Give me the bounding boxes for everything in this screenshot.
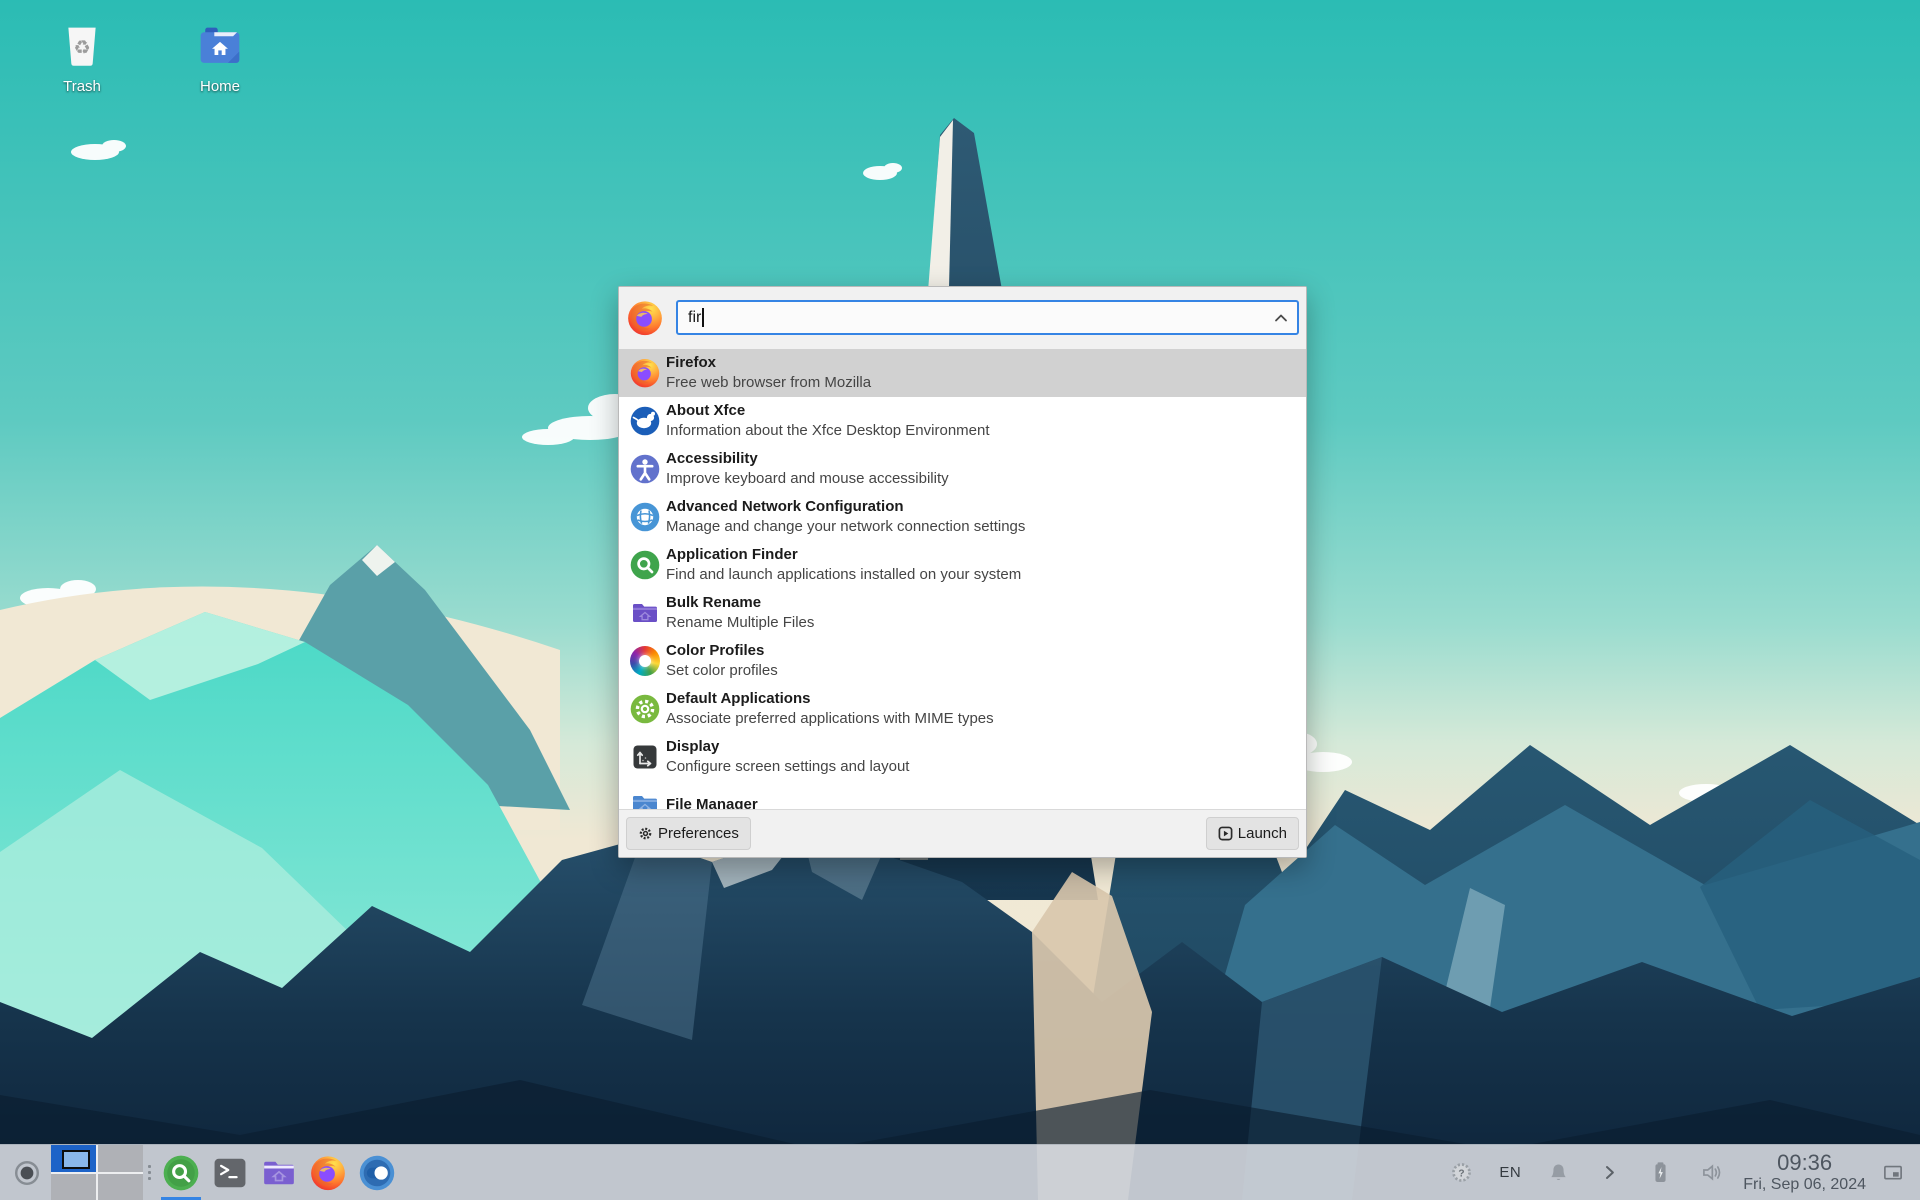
app-description: Find and launch applications installed o… xyxy=(666,565,1022,583)
panel-grip[interactable] xyxy=(148,1165,151,1180)
launcher-app-finder-circle[interactable] xyxy=(158,1145,204,1200)
result-row-color-profiles[interactable]: Color Profiles Set color profiles xyxy=(619,637,1306,685)
network-icon xyxy=(629,501,661,533)
finder-header: fir xyxy=(619,287,1306,349)
firefox-icon xyxy=(626,299,664,337)
app-description: Free web browser from Mozilla xyxy=(666,373,872,391)
taskbar-launchers xyxy=(155,1145,400,1200)
result-row-advanced-network-configuration[interactable]: Advanced Network Configuration Manage an… xyxy=(619,493,1306,541)
about-xfce-icon xyxy=(629,405,661,437)
results-list: Firefox Free web browser from Mozilla Ab… xyxy=(619,348,1306,810)
app-description: Rename Multiple Files xyxy=(666,613,815,631)
bell-icon[interactable] xyxy=(1545,1159,1572,1186)
accessibility-icon xyxy=(629,453,661,485)
workspace-4[interactable] xyxy=(98,1173,143,1200)
app-title: Bulk Rename xyxy=(666,593,762,611)
default-apps-icon xyxy=(629,693,661,725)
app-title: Advanced Network Configuration xyxy=(666,497,904,515)
launcher-terminal[interactable] xyxy=(207,1145,253,1200)
workspace-window-preview xyxy=(62,1150,90,1169)
preferences-label: Preferences xyxy=(658,825,739,843)
desktop-icon-trash[interactable]: ♻ Trash xyxy=(34,22,130,95)
app-title: File Manager xyxy=(666,795,758,810)
search-input[interactable]: fir xyxy=(676,300,1299,336)
volume-icon[interactable] xyxy=(1698,1159,1725,1186)
app-description: Improve keyboard and mouse accessibility xyxy=(666,469,949,487)
launch-button[interactable]: Launch xyxy=(1205,817,1299,851)
app-description: Manage and change your network connectio… xyxy=(666,517,1026,535)
app-title: Accessibility xyxy=(666,449,758,467)
launch-play-icon xyxy=(1218,826,1233,841)
launcher-firefox[interactable] xyxy=(305,1145,351,1200)
app-description: Configure screen settings and layout xyxy=(666,757,910,775)
clock[interactable]: 09:36 Fri, Sep 06, 2024 xyxy=(1743,1151,1866,1194)
display-settings-icon[interactable] xyxy=(1880,1160,1906,1186)
desktop-icon-home[interactable]: Home xyxy=(172,22,268,95)
svg-text:♻: ♻ xyxy=(73,38,90,59)
clock-time: 09:36 xyxy=(1777,1150,1833,1176)
result-row-display[interactable]: Display Configure screen settings and la… xyxy=(619,733,1306,781)
bulk-rename-icon xyxy=(629,597,661,629)
result-row-application-finder[interactable]: Application Finder Find and launch appli… xyxy=(619,541,1306,589)
result-row-default-applications[interactable]: Default Applications Associate preferred… xyxy=(619,685,1306,733)
show-desktop-button[interactable] xyxy=(12,1158,42,1188)
home-folder-icon xyxy=(195,22,245,72)
application-finder-window: fir Firefox Free web browser from Mozill… xyxy=(618,286,1307,858)
help-icon[interactable]: ? xyxy=(1448,1159,1475,1186)
display-icon xyxy=(629,741,661,773)
app-title: Color Profiles xyxy=(666,641,765,659)
app-title: Application Finder xyxy=(666,545,798,563)
desktop-icon-label: Home xyxy=(199,78,240,95)
workspace-3[interactable] xyxy=(51,1173,96,1200)
app-title: Default Applications xyxy=(666,689,811,707)
app-description: Associate preferred applications with MI… xyxy=(666,709,994,727)
launcher-file-manager-purple[interactable] xyxy=(256,1145,302,1200)
result-row-bulk-rename[interactable]: Bulk Rename Rename Multiple Files xyxy=(619,589,1306,637)
battery-icon[interactable] xyxy=(1647,1159,1674,1186)
trash-icon: ♻ xyxy=(57,22,107,72)
system-tray: ? EN xyxy=(1448,1159,1725,1186)
color-profiles-icon xyxy=(629,645,661,677)
gear-icon xyxy=(638,826,653,841)
app-description: Information about the Xfce Desktop Envir… xyxy=(666,421,990,439)
preferences-button[interactable]: Preferences xyxy=(626,817,751,851)
workspace-1[interactable] xyxy=(51,1145,96,1172)
keyboard-layout-indicator[interactable]: EN xyxy=(1499,1164,1521,1181)
app-title: Firefox xyxy=(666,353,717,371)
app-description: Set color profiles xyxy=(666,661,778,679)
launcher-settings-toggle[interactable] xyxy=(354,1145,400,1200)
search-query-text: fir xyxy=(688,308,702,326)
workspace-2[interactable] xyxy=(98,1145,143,1172)
file-manager-icon xyxy=(629,789,661,810)
text-caret xyxy=(702,308,704,328)
desktop-icon-label: Trash xyxy=(63,78,101,95)
app-title: Display xyxy=(666,737,720,755)
chevron-right-icon[interactable] xyxy=(1596,1159,1623,1186)
chevron-up-icon[interactable] xyxy=(1274,313,1288,322)
taskbar: ? EN 09:36 Fri, Sep 06, 2024 xyxy=(0,1144,1920,1200)
finder-footer: Preferences Launch xyxy=(619,809,1306,857)
svg-text:?: ? xyxy=(1459,1168,1465,1179)
desktop: ♻ Trash Home fir Firefox Free web browse… xyxy=(0,0,1920,1200)
result-row-firefox[interactable]: Firefox Free web browser from Mozilla xyxy=(619,348,1306,397)
result-row-accessibility[interactable]: Accessibility Improve keyboard and mouse… xyxy=(619,445,1306,493)
desktop-icons: ♻ Trash Home xyxy=(34,22,268,95)
result-row-file-manager[interactable]: File Manager xyxy=(619,781,1306,810)
result-row-about-xfce[interactable]: About Xfce Information about the Xfce De… xyxy=(619,397,1306,445)
app-finder-icon xyxy=(629,549,661,581)
clock-date: Fri, Sep 06, 2024 xyxy=(1743,1175,1866,1193)
firefox-icon xyxy=(629,357,661,389)
launch-label: Launch xyxy=(1237,825,1287,843)
workspace-switcher[interactable] xyxy=(51,1145,143,1200)
app-title: About Xfce xyxy=(666,401,746,419)
